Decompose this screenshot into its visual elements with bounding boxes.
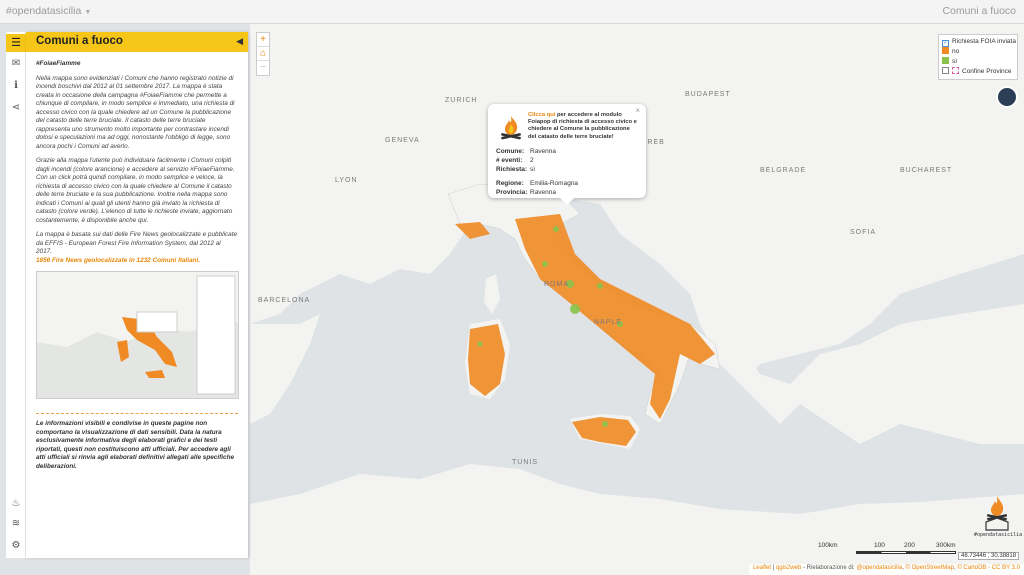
zoom-in-button[interactable]: + [257,33,269,47]
legend-row-foia[interactable]: ✓ Richiesta FOIA inviata [942,37,1016,47]
map-label-napoli: NAPLE [594,319,622,326]
usage-paragraph: Grazie alla mappa l'utente può individua… [36,157,235,224]
map-label-tunis: TUNIS [512,459,538,466]
checkbox-checked-icon[interactable]: ✓ [942,40,949,47]
map-label-budapest: BUDAPEST [685,91,731,98]
chevron-down-icon: ▼ [84,9,92,16]
popup-intro: Clicca qui per accedere al modulo Foiapo… [528,112,637,140]
settings-icon[interactable]: ⚙ [6,540,26,551]
legend-row-no: no [942,47,1014,57]
sidebar-panel: Comuni a fuoco ◀ #FoiaeFiamme Nella mapp… [26,32,248,558]
sidebar-header: Comuni a fuoco ◀ [26,32,248,52]
opendatasicilia-logo[interactable]: #opendatasicilia [974,494,1023,540]
map-label-bucharest: BUCHAREST [900,167,952,174]
divider [36,413,238,414]
source-paragraph: La mappa è basata sui dati delle Fire Ne… [36,231,238,255]
share-icon[interactable]: ⋖ [6,102,26,113]
preview-thumbnail[interactable] [36,271,239,399]
popup-richiesta: Richiesta: sì [496,166,536,173]
disclaimer-text: Le informazioni visibili e condivise in … [36,420,235,470]
campfire-icon [501,116,521,140]
popup-eventi: # eventi: 2 [496,157,534,164]
osm-link[interactable]: © OpenStreetMap [906,565,954,571]
menu-icon[interactable]: ☰ [6,34,26,52]
leaflet-link[interactable]: Leaflet [753,565,771,571]
globe-icon[interactable] [996,86,1018,108]
legend-row-province[interactable]: Confine Province [942,67,1014,77]
app-title: Comuni a fuoco [942,5,1016,17]
coordinates-readout: 48.73446 ; 30.38818 [958,552,1020,560]
map-label-sofia: SOFIA [850,229,876,236]
map-label-zurich: ZURICH [445,97,477,104]
sidebar-title: Comuni a fuoco [36,35,123,47]
info-icon[interactable]: ℹ [6,80,26,91]
logo-mark [985,496,1009,531]
map-popup: × Clicca qui per accedere al modulo Foia… [488,104,646,205]
legend-row-si: sì [942,57,1014,67]
swatch-no [942,47,949,54]
layer-legend: ✓ Richiesta FOIA inviata no sì Confine Pr… [938,34,1018,80]
map-label-roma: ROMA [544,281,569,288]
intro-paragraph: Nella mappa sono evidenziati i Comuni ch… [36,74,235,150]
zoom-control: + ⌂ − [256,32,270,76]
attribution: Leaflet | qgis2web - Rielaborazione di: … [749,564,1024,575]
author-link[interactable]: @opendatasicilia [856,565,902,571]
stats-highlight: 1856 Fire News geolocalizzate in 1232 Co… [36,256,201,264]
zoom-out-button[interactable]: − [257,61,269,75]
carto-link[interactable]: © CartoDB - CC BY 3.0 [957,565,1020,571]
home-icon[interactable]: ⌂ [257,47,269,61]
top-bar: #opendatasicilia ▼ Comuni a fuoco [0,0,1024,24]
popup-regione: Regione: Emilia-Romagna [496,180,579,187]
brand-menu[interactable]: #opendatasicilia ▼ [6,5,91,17]
map-label-geneva: GENEVA [385,137,420,144]
map-label-lyon: LYON [335,177,358,184]
map-label-barcelona: BARCELONA [258,297,310,304]
hashtag: #FoiaeFiamme [36,60,81,67]
popup-provincia: Provincia: Ravenna [496,189,557,196]
mail-icon[interactable]: ✉ [6,58,26,69]
popup-link[interactable]: Clicca qui [528,112,555,118]
popup-comune: Comune: Ravenna [496,148,557,155]
collapse-icon[interactable]: ◀ [236,36,243,47]
logo-label: #opendatasicilia [974,532,1023,538]
qgis2web-link[interactable]: qgis2web [776,565,801,571]
layers-icon[interactable]: ≋ [6,518,26,529]
checkbox-unchecked-icon[interactable] [942,67,949,74]
thumbnail-map [37,272,238,398]
swatch-si [942,57,949,64]
map-label-belgrade: BELGRADE [760,167,806,174]
province-swatch [952,67,959,74]
fire-icon[interactable]: ♨ [6,498,26,509]
sidebar-tab-bar: ☰ ✉ ℹ ⋖ ♨ ≋ ⚙ [6,32,26,558]
